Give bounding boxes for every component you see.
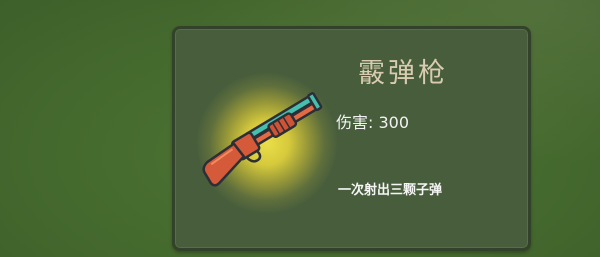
game-screen: { "item": { "name": "霰弹枪", "damage_label… bbox=[0, 0, 600, 257]
damage-stat: 伤害: 300 bbox=[336, 113, 410, 132]
weapon-info-card: 霰弹枪 伤害: 300 一次射出三颗子弹 bbox=[172, 26, 531, 251]
weapon-name: 霰弹枪 bbox=[358, 58, 448, 89]
weapon-description: 一次射出三颗子弹 bbox=[338, 183, 443, 198]
shotgun-icon bbox=[202, 92, 323, 187]
